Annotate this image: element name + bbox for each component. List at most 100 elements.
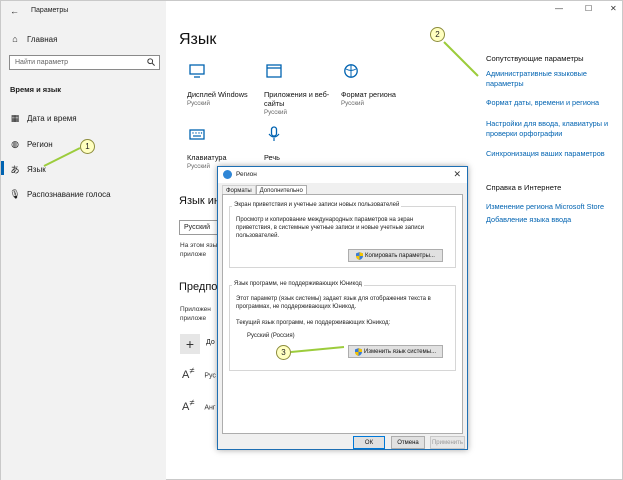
note-line: приложе [180, 251, 207, 258]
change-system-locale-button[interactable]: Изменить язык системы... [348, 345, 443, 358]
window-title: Параметры [31, 7, 69, 14]
tile-name: Речь [264, 153, 280, 162]
callout-2: 2 [430, 27, 445, 42]
tab-panel: Экран приветствия и учетные записи новых… [222, 194, 463, 434]
language-icon: あ [10, 165, 20, 175]
uac-shield-icon [354, 347, 362, 356]
region-format-icon [344, 64, 358, 78]
sidebar-item-label: Язык [27, 165, 46, 174]
tile-name: Клавиатура [187, 153, 227, 162]
region-globe-icon [223, 170, 232, 179]
maximize-button[interactable]: ☐ [585, 4, 592, 13]
sidebar: ← Параметры ⌂ Главная Найти параметр Вре… [1, 1, 166, 480]
tile-name: Дисплей Windows [187, 90, 248, 99]
tile-apps-websites[interactable]: Приложения и веб-сайты Русский [264, 63, 336, 116]
link-sync-settings[interactable]: Синхронизация ваших параметров [486, 149, 614, 159]
group-text: Просмотр и копирование международных пар… [236, 217, 424, 239]
tile-sub: Русский [187, 100, 210, 107]
nav-home-label: Главная [27, 34, 58, 44]
sidebar-item-label: Регион [27, 140, 53, 149]
button-label: Изменить язык системы... [363, 348, 437, 355]
group-title: Язык программ, не поддерживающих Юникод [232, 281, 364, 287]
link-date-time-region[interactable]: Формат даты, времени и региона [486, 98, 614, 108]
help-section: Справка в Интернете [486, 183, 561, 192]
apply-button[interactable]: Применить [430, 436, 465, 449]
dialog-close-icon[interactable]: ✕ [453, 169, 461, 180]
display-icon [189, 64, 205, 78]
link-change-store-region[interactable]: Изменение региона Microsoft Store [486, 202, 616, 212]
sidebar-item-date-time[interactable]: ▦ Дата и время [9, 113, 77, 124]
related-link[interactable]: Формат даты, времени и региона [486, 98, 614, 108]
language-row-russian[interactable]: A≠ Рус [182, 365, 216, 381]
microphone-icon [268, 126, 280, 141]
related-heading: Сопутствующие параметры [486, 54, 584, 63]
language-glyph-icon: A≠ [182, 397, 195, 413]
language-row-english[interactable]: A≠ Анг [182, 397, 215, 413]
globe-region-icon: ◍ [11, 139, 19, 149]
tile-windows-display[interactable]: Дисплей Windows Русский [187, 63, 259, 107]
welcome-screen-group: Экран приветствия и учетные записи новых… [229, 202, 456, 268]
tile-name: Формат региона [341, 90, 396, 99]
tile-speech[interactable]: Речь [264, 126, 336, 162]
tile-region-format[interactable]: Формат региона Русский [341, 63, 413, 107]
section-label: Время и язык [10, 85, 62, 94]
link-admin-language[interactable]: Административные языковые параметры [486, 69, 614, 89]
page-title: Язык [179, 31, 217, 48]
calendar-clock-icon: ▦ [10, 113, 20, 123]
note-line: Приложен [180, 306, 211, 313]
uac-shield-icon [356, 251, 364, 260]
search-input[interactable]: Найти параметр [9, 55, 160, 70]
display-language-note: На этом язы приложе [180, 241, 217, 259]
help-link[interactable]: Изменение региона Microsoft Store [486, 202, 616, 212]
group-title: Экран приветствия и учетные записи новых… [232, 202, 402, 208]
dialog-title: Регион [236, 171, 257, 178]
ok-button[interactable]: ОК [353, 436, 385, 449]
callout-1: 1 [80, 139, 95, 154]
cancel-button[interactable]: Отмена [391, 436, 425, 449]
active-indicator [1, 161, 4, 175]
search-icon[interactable] [147, 58, 155, 66]
language-row-label: Анг [204, 404, 216, 412]
language-row-label: Рус [204, 372, 216, 380]
link-add-input-language[interactable]: Добавление языка ввода [486, 215, 616, 225]
back-arrow-icon[interactable]: ← [10, 6, 19, 16]
tile-name: Приложения и веб-сайты [264, 90, 330, 108]
current-language-label: Текущий язык программ, не поддерживающих… [236, 320, 391, 326]
non-unicode-group: Язык программ, не поддерживающих Юникод … [229, 281, 456, 371]
related-link[interactable]: Синхронизация ваших параметров [486, 149, 614, 159]
group-text: Этот параметр (язык системы) задает язык… [236, 296, 431, 310]
apps-window-icon [266, 64, 282, 78]
related-link[interactable]: Административные языковые параметры [486, 69, 614, 89]
tile-keyboard[interactable]: Клавиатура Русский [187, 126, 259, 170]
related-settings: Сопутствующие параметры [486, 54, 584, 63]
help-link[interactable]: Добавление языка ввода [486, 215, 616, 225]
sidebar-item-region[interactable]: ◍ Регион [9, 139, 53, 150]
display-language-heading: Язык ин [179, 195, 220, 207]
search-placeholder: Найти параметр [15, 59, 68, 66]
preferred-languages-note: Приложен приложе [180, 305, 211, 323]
minimize-button[interactable]: — [555, 4, 563, 13]
current-language-value: Русский (Россия) [247, 333, 295, 339]
microphone-icon: 🎙︎ [9, 189, 21, 199]
language-glyph-icon: A≠ [182, 365, 195, 381]
display-language-dropdown[interactable]: Русский [179, 220, 221, 235]
close-button[interactable]: ✕ [610, 4, 617, 13]
sidebar-item-language[interactable]: あ Язык [9, 163, 46, 176]
copy-settings-button[interactable]: Копировать параметры... [348, 249, 443, 262]
home-icon: ⌂ [12, 34, 18, 44]
keyboard-icon [189, 129, 205, 140]
dialog-titlebar[interactable]: Регион ✕ [218, 167, 467, 183]
note-line: На этом язы [180, 242, 218, 249]
callout-3: 3 [276, 345, 291, 360]
nav-home[interactable]: ⌂ Главная [9, 34, 57, 44]
region-dialog: Регион ✕ Форматы Дополнительно Экран при… [217, 166, 468, 450]
tile-sub: Русский [264, 109, 287, 116]
add-language-label[interactable]: До [206, 339, 215, 346]
button-label: Копировать параметры... [365, 252, 435, 259]
add-language-button[interactable]: + [180, 334, 200, 354]
sidebar-item-speech[interactable]: 🎙︎ Распознавание голоса [9, 189, 110, 200]
sidebar-item-label: Дата и время [27, 114, 77, 123]
related-link[interactable]: Настройки для ввода, клавиатуры и провер… [486, 119, 614, 139]
link-typing-keyboard[interactable]: Настройки для ввода, клавиатуры и провер… [486, 119, 614, 139]
tile-sub: Русский [341, 100, 364, 107]
